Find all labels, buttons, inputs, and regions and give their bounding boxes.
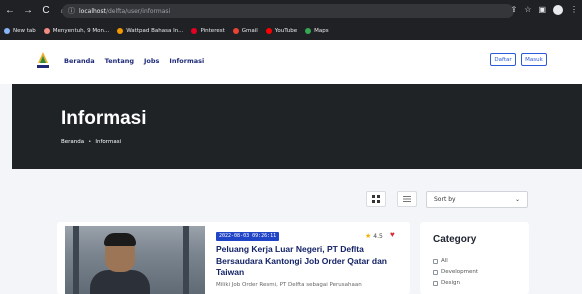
list-view-button[interactable] xyxy=(397,191,417,207)
chevron-down-icon: ⌄ xyxy=(514,196,520,203)
category-label: Development xyxy=(441,269,479,275)
sort-select[interactable]: Sort by ⌄ xyxy=(426,191,528,208)
grid-view-button[interactable] xyxy=(366,191,386,207)
card-description: Miliki Job Order Resmi, PT Delfta sebaga… xyxy=(216,282,362,288)
date-badge: 2022-08-03 09:26:11 xyxy=(216,232,280,241)
category-title: Category xyxy=(433,234,477,245)
bookmark-item[interactable]: YouTube xyxy=(265,27,298,34)
bookmarks-bar: New tab Menyentuh, 9 Mon... Wattpad Bahasa… xyxy=(0,23,582,38)
site-logo[interactable] xyxy=(36,51,50,71)
site-navbar: Beranda Tentang Jobs Informasi Daftar Ma… xyxy=(0,40,582,84)
menu-item-beranda[interactable]: Beranda xyxy=(64,57,95,65)
bookmark-icon xyxy=(43,27,50,34)
bookmark-item[interactable]: Gmail xyxy=(232,27,258,34)
back-icon[interactable]: ← xyxy=(4,5,16,17)
address-bar[interactable]: ⓘ localhost/delfta/user/informasi xyxy=(62,4,514,18)
rating: ★ 4.5 xyxy=(365,232,383,241)
list-icon xyxy=(403,196,411,202)
bookmark-item[interactable]: Wattpad Bahasa In... xyxy=(117,27,184,34)
page-title: Informasi xyxy=(61,108,147,129)
reload-icon[interactable]: C xyxy=(40,5,52,17)
browser-chrome: ← → C ⌂ ⓘ localhost/delfta/user/informas… xyxy=(0,0,582,40)
bookmark-label: YouTube xyxy=(274,27,298,34)
category-item-development[interactable]: Development xyxy=(433,269,478,275)
checkbox[interactable] xyxy=(433,280,438,286)
pinterest-icon xyxy=(191,27,198,34)
profile-avatar[interactable] xyxy=(553,5,563,15)
site-info-icon[interactable]: ⓘ xyxy=(68,6,75,16)
grid-icon xyxy=(4,27,10,34)
breadcrumb-current: Informasi xyxy=(95,139,122,145)
bookmark-item[interactable]: Menyentuh, 9 Mon... xyxy=(43,27,110,34)
url-text: localhost/delfta/user/informasi xyxy=(79,8,170,15)
toolbar-actions: ⇪ ☆ ▣ ⋮ xyxy=(511,4,578,16)
window-icon[interactable]: ▣ xyxy=(538,4,546,16)
gmail-icon xyxy=(232,27,239,34)
bookmark-item[interactable]: Pinterest xyxy=(191,27,225,34)
wattpad-icon xyxy=(117,27,124,34)
bookmark-label: Gmail xyxy=(241,27,258,34)
menu-item-jobs[interactable]: Jobs xyxy=(144,57,159,65)
bookmark-label: Wattpad Bahasa In... xyxy=(126,27,184,34)
share-icon[interactable]: ⇪ xyxy=(511,4,518,16)
grid-icon xyxy=(372,195,380,203)
breadcrumb-home[interactable]: Beranda xyxy=(61,139,84,145)
person-hair xyxy=(104,233,136,246)
heart-icon[interactable]: ♥ xyxy=(390,230,395,239)
bg-beam xyxy=(183,226,189,294)
breadcrumb: Beranda • Informasi xyxy=(61,139,121,145)
star-icon: ★ xyxy=(365,233,372,240)
card-image[interactable] xyxy=(65,226,205,294)
bookmark-item[interactable]: Maps xyxy=(305,27,329,34)
more-menu-icon[interactable]: ⋮ xyxy=(570,4,578,16)
bookmark-label: Pinterest xyxy=(200,27,225,34)
masuk-button[interactable]: Masuk xyxy=(521,53,547,66)
card-title[interactable]: Peluang Kerja Luar Negeri, PT Deflta Ber… xyxy=(216,244,388,279)
bg-beam xyxy=(73,226,79,294)
person-body xyxy=(90,270,150,294)
main-menu: Beranda Tentang Jobs Informasi xyxy=(64,57,204,65)
rating-value: 4.5 xyxy=(373,232,383,240)
checkbox[interactable] xyxy=(433,269,438,275)
youtube-icon xyxy=(265,27,272,34)
category-item-all[interactable]: All xyxy=(433,258,448,264)
checkbox[interactable] xyxy=(433,258,438,264)
bookmark-label: Maps xyxy=(314,27,329,34)
forward-icon[interactable]: → xyxy=(22,5,34,17)
bookmark-item[interactable]: New tab xyxy=(4,27,36,34)
menu-item-informasi[interactable]: Informasi xyxy=(169,57,204,65)
sort-value: Sort by xyxy=(434,196,456,203)
url-path: /delfta/user/informasi xyxy=(105,7,171,15)
bookmark-label: Menyentuh, 9 Mon... xyxy=(52,27,110,34)
maps-icon xyxy=(305,27,312,34)
page-hero: Informasi Beranda • Informasi xyxy=(12,84,582,169)
category-label: Design xyxy=(441,280,460,286)
star-bookmark-icon[interactable]: ☆ xyxy=(524,4,531,16)
breadcrumb-separator: • xyxy=(88,139,92,145)
bookmark-label: New tab xyxy=(13,27,36,34)
menu-item-tentang[interactable]: Tentang xyxy=(105,57,134,65)
url-host: localhost xyxy=(79,7,106,15)
category-label: All xyxy=(441,258,448,264)
daftar-button[interactable]: Daftar xyxy=(490,53,516,66)
category-item-design[interactable]: Design xyxy=(433,280,460,286)
